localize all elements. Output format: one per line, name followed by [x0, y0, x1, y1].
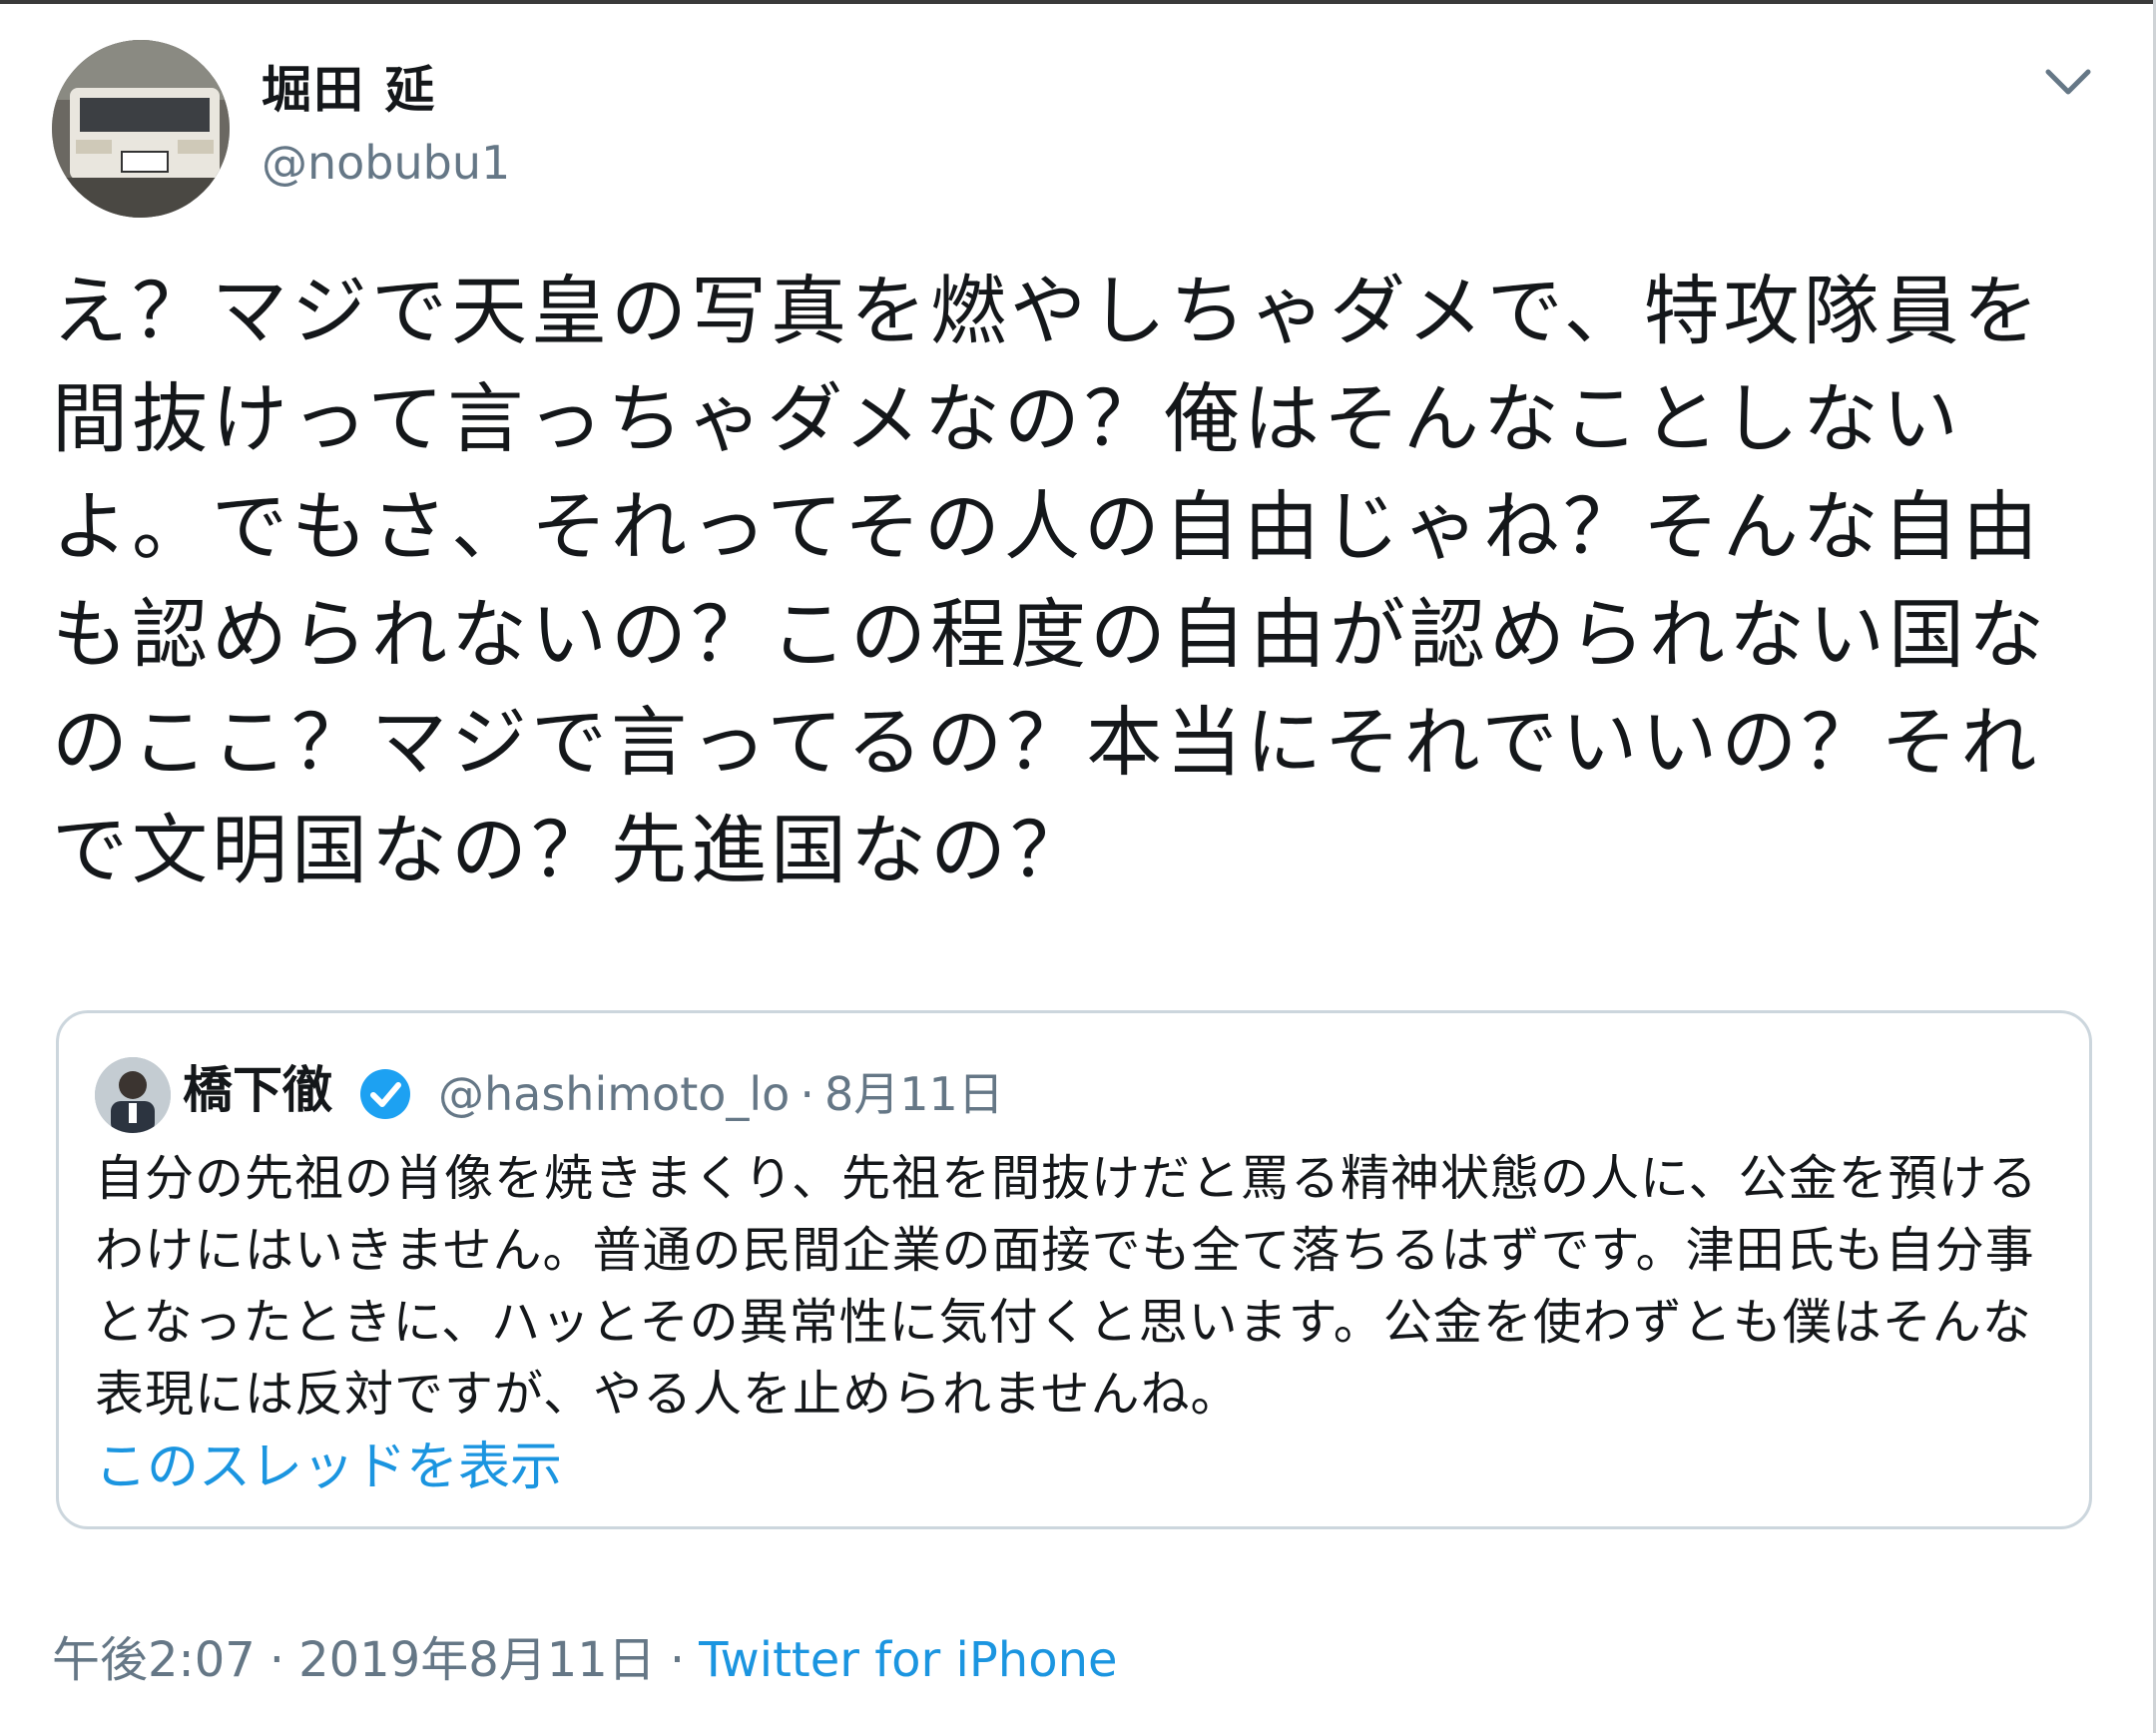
tweet-time[interactable]: 午後2:07	[52, 1632, 256, 1688]
footer-separator-2: ·	[669, 1632, 686, 1688]
quoted-tweet-text: 自分の先祖の肖像を焼きまくり、先祖を間抜けだと罵る精神状態の人に、公金を預けるわ…	[95, 1150, 2038, 1423]
quoted-tweet-card[interactable]: 橋下徹 @hashimoto_lo · 8月11日 自分の先祖の肖像を焼きまくり、先…	[56, 1010, 2092, 1529]
quoted-date[interactable]: 8月11日	[824, 1067, 1004, 1121]
footer-separator: ·	[269, 1632, 285, 1688]
quoted-display-name[interactable]: 橋下徹	[183, 1055, 332, 1125]
avatar-photo	[52, 40, 230, 218]
show-thread-link[interactable]: このスレッドを表示	[95, 1433, 562, 1502]
top-border	[0, 0, 2156, 4]
tweet-source-link[interactable]: Twitter for iPhone	[699, 1632, 1117, 1688]
quoted-author-avatar[interactable]	[95, 1057, 171, 1133]
quoted-avatar-photo	[95, 1057, 171, 1133]
author-display-name[interactable]: 堀田 延	[262, 60, 436, 120]
tweet-date[interactable]: 2019年8月11日	[298, 1632, 656, 1688]
author-handle[interactable]: @nobubu1	[262, 135, 510, 191]
chevron-down-icon[interactable]	[2040, 62, 2096, 102]
meta-separator: ·	[800, 1067, 814, 1121]
tweet-text: え？マジで天皇の写真を燃やしちゃダメで、特攻隊員を間抜けって言っちゃダメなの？俺…	[52, 267, 2048, 894]
quoted-handle[interactable]: @hashimoto_lo	[438, 1067, 790, 1121]
tweet-footer: 午後2:07 · 2019年8月11日 · Twitter for iPhone	[52, 1625, 1118, 1695]
author-avatar[interactable]	[52, 40, 230, 218]
verified-badge-icon	[360, 1069, 410, 1119]
quoted-meta: @hashimoto_lo · 8月11日	[438, 1059, 1004, 1129]
